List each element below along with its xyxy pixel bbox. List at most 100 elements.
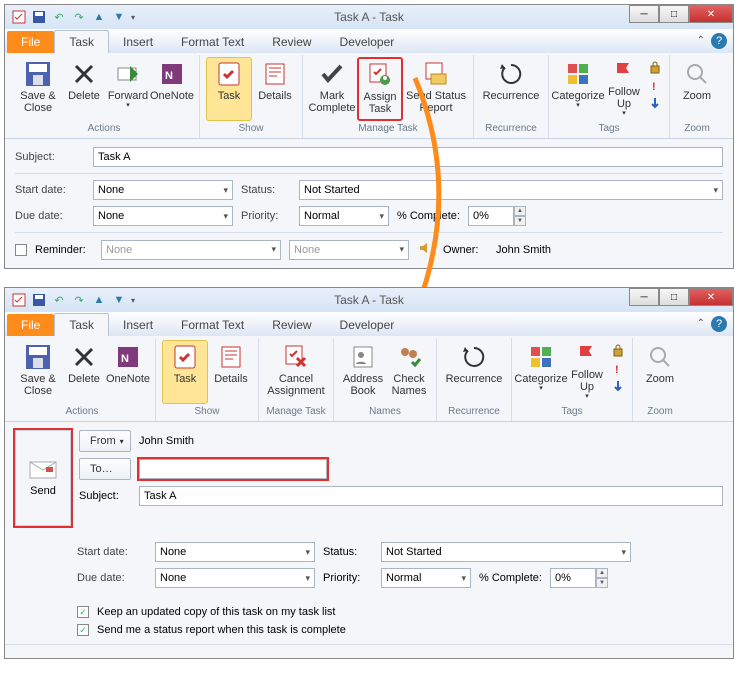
status-label: Status: <box>323 546 373 558</box>
tab-insert[interactable]: Insert <box>109 314 167 336</box>
tab-format-text[interactable]: Format Text <box>167 31 258 53</box>
status-report-label: Send me a status report when this task i… <box>97 624 346 636</box>
collapse-ribbon-icon[interactable]: ⌃ <box>697 35 705 46</box>
keep-copy-label: Keep an updated copy of this task on my … <box>97 606 335 618</box>
save-icon[interactable] <box>31 292 47 308</box>
onenote-button[interactable]: NOneNote <box>151 57 193 121</box>
tab-task[interactable]: Task <box>54 313 109 336</box>
pct-spinner[interactable]: ▲▼ <box>596 568 608 588</box>
recurrence-button[interactable]: Recurrence <box>443 340 505 404</box>
zoom-button[interactable]: Zoom <box>639 340 681 404</box>
details-button[interactable]: Details <box>254 57 296 121</box>
from-button[interactable]: From▾ <box>79 430 131 452</box>
tab-task[interactable]: Task <box>54 30 109 53</box>
minimize-button[interactable]: ─ <box>629 5 659 23</box>
low-importance-icon[interactable] <box>610 378 626 394</box>
to-input[interactable] <box>139 459 327 479</box>
qat-more-icon[interactable]: ▾ <box>131 296 135 305</box>
address-book-button[interactable]: Address Book <box>340 340 386 404</box>
forward-button[interactable]: Forward▾ <box>107 57 149 121</box>
status-select[interactable]: Not Started▾ <box>299 180 723 200</box>
prev-icon[interactable]: ▲ <box>91 9 107 25</box>
pct-spinner[interactable]: ▲▼ <box>514 206 526 226</box>
tab-developer[interactable]: Developer <box>326 314 409 336</box>
window-title: Task A - Task <box>334 10 404 24</box>
keep-copy-checkbox[interactable]: ✓ <box>77 606 89 618</box>
next-icon[interactable]: ▼ <box>111 9 127 25</box>
priority-select[interactable]: Normal▾ <box>381 568 471 588</box>
owner-label: Owner: <box>443 244 488 256</box>
cancel-assignment-button[interactable]: Cancel Assignment <box>265 340 327 404</box>
status-select[interactable]: Not Started▾ <box>381 542 631 562</box>
send-button[interactable]: Send <box>15 430 71 526</box>
delete-button[interactable]: Delete <box>63 57 105 121</box>
status-report-checkbox[interactable]: ✓ <box>77 624 89 636</box>
categorize-button[interactable]: Categorize▾ <box>555 57 601 121</box>
tab-format-text[interactable]: Format Text <box>167 314 258 336</box>
high-importance-icon[interactable]: ! <box>610 360 626 376</box>
help-icon[interactable]: ? <box>711 316 727 332</box>
maximize-button[interactable]: □ <box>659 288 689 306</box>
follow-up-button[interactable]: Follow Up▾ <box>603 57 645 121</box>
zoom-button[interactable]: Zoom <box>676 57 718 121</box>
close-button[interactable]: ✕ <box>689 288 733 306</box>
send-status-button[interactable]: Send Status Report <box>405 57 467 121</box>
subject-input[interactable] <box>93 147 723 167</box>
undo-icon[interactable]: ↶ <box>51 9 67 25</box>
pct-complete-input[interactable]: 0% <box>468 206 514 226</box>
ribbon: Save & Close Delete NOneNote Actions Tas… <box>5 336 733 422</box>
redo-icon[interactable]: ↷ <box>71 9 87 25</box>
tab-review[interactable]: Review <box>258 31 325 53</box>
task-view-button[interactable]: Task <box>206 57 252 121</box>
mark-complete-button[interactable]: Mark Complete <box>309 57 355 121</box>
reminder-checkbox[interactable] <box>15 244 27 256</box>
save-close-button[interactable]: Save & Close <box>15 57 61 121</box>
follow-up-button[interactable]: Follow Up▾ <box>566 340 608 404</box>
reminder-date-picker[interactable]: None▾ <box>101 240 281 260</box>
due-date-picker[interactable]: None▾ <box>155 568 315 588</box>
check-names-button[interactable]: Check Names <box>388 340 430 404</box>
undo-icon[interactable]: ↶ <box>51 292 67 308</box>
delete-button[interactable]: Delete <box>63 340 105 404</box>
categorize-button[interactable]: Categorize▾ <box>518 340 564 404</box>
redo-icon[interactable]: ↷ <box>71 292 87 308</box>
assign-task-button[interactable]: Assign Task <box>357 57 403 121</box>
start-date-picker[interactable]: None▾ <box>155 542 315 562</box>
task-view-button[interactable]: Task <box>162 340 208 404</box>
prev-icon[interactable]: ▲ <box>91 292 107 308</box>
close-button[interactable]: ✕ <box>689 5 733 23</box>
tab-insert[interactable]: Insert <box>109 31 167 53</box>
tab-review[interactable]: Review <box>258 314 325 336</box>
task-form: Start date: None▾ Status: Not Started▾ D… <box>5 534 733 644</box>
private-icon[interactable] <box>610 342 626 358</box>
recurrence-button[interactable]: Recurrence <box>480 57 542 121</box>
private-icon[interactable] <box>647 59 663 75</box>
to-button[interactable]: To… <box>79 458 131 480</box>
save-close-button[interactable]: Save & Close <box>15 340 61 404</box>
details-button[interactable]: Details <box>210 340 252 404</box>
high-importance-icon[interactable]: ! <box>647 77 663 93</box>
collapse-ribbon-icon[interactable]: ⌃ <box>697 318 705 329</box>
low-importance-icon[interactable] <box>647 95 663 111</box>
group-manage-label: Manage Task <box>358 123 417 136</box>
tab-file[interactable]: File <box>7 31 54 53</box>
sound-icon[interactable] <box>417 239 435 260</box>
ribbon-tabs: File Task Insert Format Text Review Deve… <box>5 29 733 53</box>
save-icon[interactable] <box>31 9 47 25</box>
tab-file[interactable]: File <box>7 314 54 336</box>
next-icon[interactable]: ▼ <box>111 292 127 308</box>
priority-label: Priority: <box>241 210 291 222</box>
onenote-button[interactable]: NOneNote <box>107 340 149 404</box>
reminder-time-picker[interactable]: None▾ <box>289 240 409 260</box>
help-icon[interactable]: ? <box>711 33 727 49</box>
start-date-picker[interactable]: None▾ <box>93 180 233 200</box>
minimize-button[interactable]: ─ <box>629 288 659 306</box>
qat-more-icon[interactable]: ▾ <box>131 13 135 22</box>
priority-select[interactable]: Normal▾ <box>299 206 389 226</box>
pct-complete-input[interactable]: 0% <box>550 568 596 588</box>
due-date-picker[interactable]: None▾ <box>93 206 233 226</box>
reminder-label: Reminder: <box>35 244 93 256</box>
tab-developer[interactable]: Developer <box>326 31 409 53</box>
maximize-button[interactable]: □ <box>659 5 689 23</box>
subject-input[interactable] <box>139 486 723 506</box>
